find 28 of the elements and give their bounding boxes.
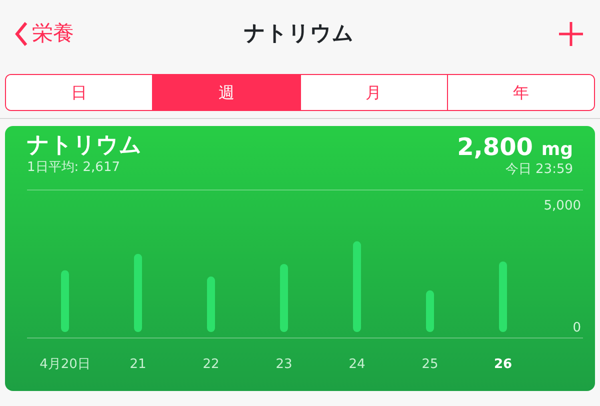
- back-link[interactable]: 栄養: [14, 18, 74, 50]
- day-label: 21: [130, 356, 146, 372]
- sodium-bar: [61, 270, 69, 332]
- total-value: 2,800 mg: [457, 134, 573, 160]
- sodium-bar: [426, 290, 434, 332]
- period-tab[interactable]: 週: [152, 75, 300, 110]
- day-label: 22: [202, 356, 220, 372]
- period-tab[interactable]: 月: [300, 75, 447, 110]
- timestamp: 今日 23:59: [504, 161, 573, 180]
- page-title: ナトリウム: [244, 20, 354, 48]
- day-label: 25: [422, 356, 438, 372]
- axis-tick-label: 5,000: [544, 198, 581, 214]
- period-tab[interactable]: 日: [6, 75, 152, 110]
- sodium-bar: [280, 264, 288, 332]
- card-title: ナトリウム: [27, 134, 142, 158]
- sodium-bar: [207, 276, 215, 332]
- daily-average: 1日平均: 2,617: [27, 159, 121, 178]
- day-label: 4月20日: [40, 356, 90, 372]
- day-label: 26: [494, 356, 512, 372]
- add-button[interactable]: [558, 21, 584, 47]
- sodium-bar: [499, 261, 507, 332]
- period-tab[interactable]: 年: [446, 75, 594, 110]
- axis-tick-label: 0: [572, 320, 581, 336]
- day-label: 24: [348, 356, 366, 372]
- chevron-left-icon: [14, 21, 28, 47]
- sodium-card[interactable]: ナトリウム 1日平均: 2,617 2,800 mg 今日 23:59 5,000 0 4月20日 21 22 23 24 25 26: [5, 126, 595, 391]
- day-label: 23: [276, 356, 292, 372]
- plus-icon: [558, 21, 584, 47]
